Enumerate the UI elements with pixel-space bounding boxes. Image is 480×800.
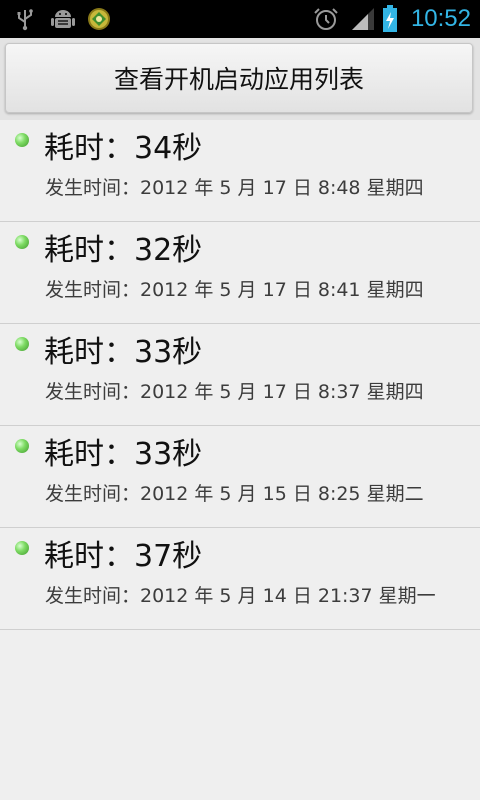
list-item[interactable]: 耗时：32秒 发生时间：2012 年 5 月 17 日 8:41 星期四 [0, 222, 480, 324]
item-title: 耗时：34秒 [44, 131, 203, 166]
item-title: 耗时：32秒 [44, 233, 203, 268]
green-dot-icon [15, 439, 29, 453]
signal-icon [352, 8, 374, 30]
list-item[interactable]: 耗时：37秒 发生时间：2012 年 5 月 14 日 21:37 星期一 [0, 528, 480, 630]
item-subtitle: 发生时间：2012 年 5 月 15 日 8:25 星期二 [45, 483, 424, 505]
item-subtitle: 发生时间：2012 年 5 月 14 日 21:37 星期一 [45, 585, 436, 607]
view-startup-apps-button[interactable]: 查看开机启动应用列表 [5, 43, 473, 113]
green-dot-icon [15, 133, 29, 147]
header-bar: 查看开机启动应用列表 [0, 38, 480, 120]
usb-icon [17, 9, 33, 31]
list-item[interactable]: 耗时：33秒 发生时间：2012 年 5 月 17 日 8:37 星期四 [0, 324, 480, 426]
alarm-icon [314, 8, 338, 30]
green-dot-icon [15, 541, 29, 555]
list-item[interactable]: 耗时：33秒 发生时间：2012 年 5 月 15 日 8:25 星期二 [0, 426, 480, 528]
item-subtitle: 发生时间：2012 年 5 月 17 日 8:48 星期四 [45, 177, 424, 199]
item-title: 耗时：33秒 [44, 335, 203, 370]
boot-time-list: 耗时：34秒 发生时间：2012 年 5 月 17 日 8:48 星期四 耗时：… [0, 120, 480, 630]
battery-charging-icon [383, 5, 397, 32]
item-title: 耗时：37秒 [44, 539, 203, 574]
status-time: 10:52 [410, 5, 471, 32]
green-dot-icon [15, 337, 29, 351]
item-title: 耗时：33秒 [44, 437, 203, 472]
list-item[interactable]: 耗时：34秒 发生时间：2012 年 5 月 17 日 8:48 星期四 [0, 120, 480, 222]
item-subtitle: 发生时间：2012 年 5 月 17 日 8:37 星期四 [45, 381, 424, 403]
status-bar: 10:52 [0, 0, 480, 38]
item-subtitle: 发生时间：2012 年 5 月 17 日 8:41 星期四 [45, 279, 424, 301]
green-dot-icon [15, 235, 29, 249]
android-debug-icon [51, 10, 75, 28]
app-notification-icon [88, 8, 110, 30]
